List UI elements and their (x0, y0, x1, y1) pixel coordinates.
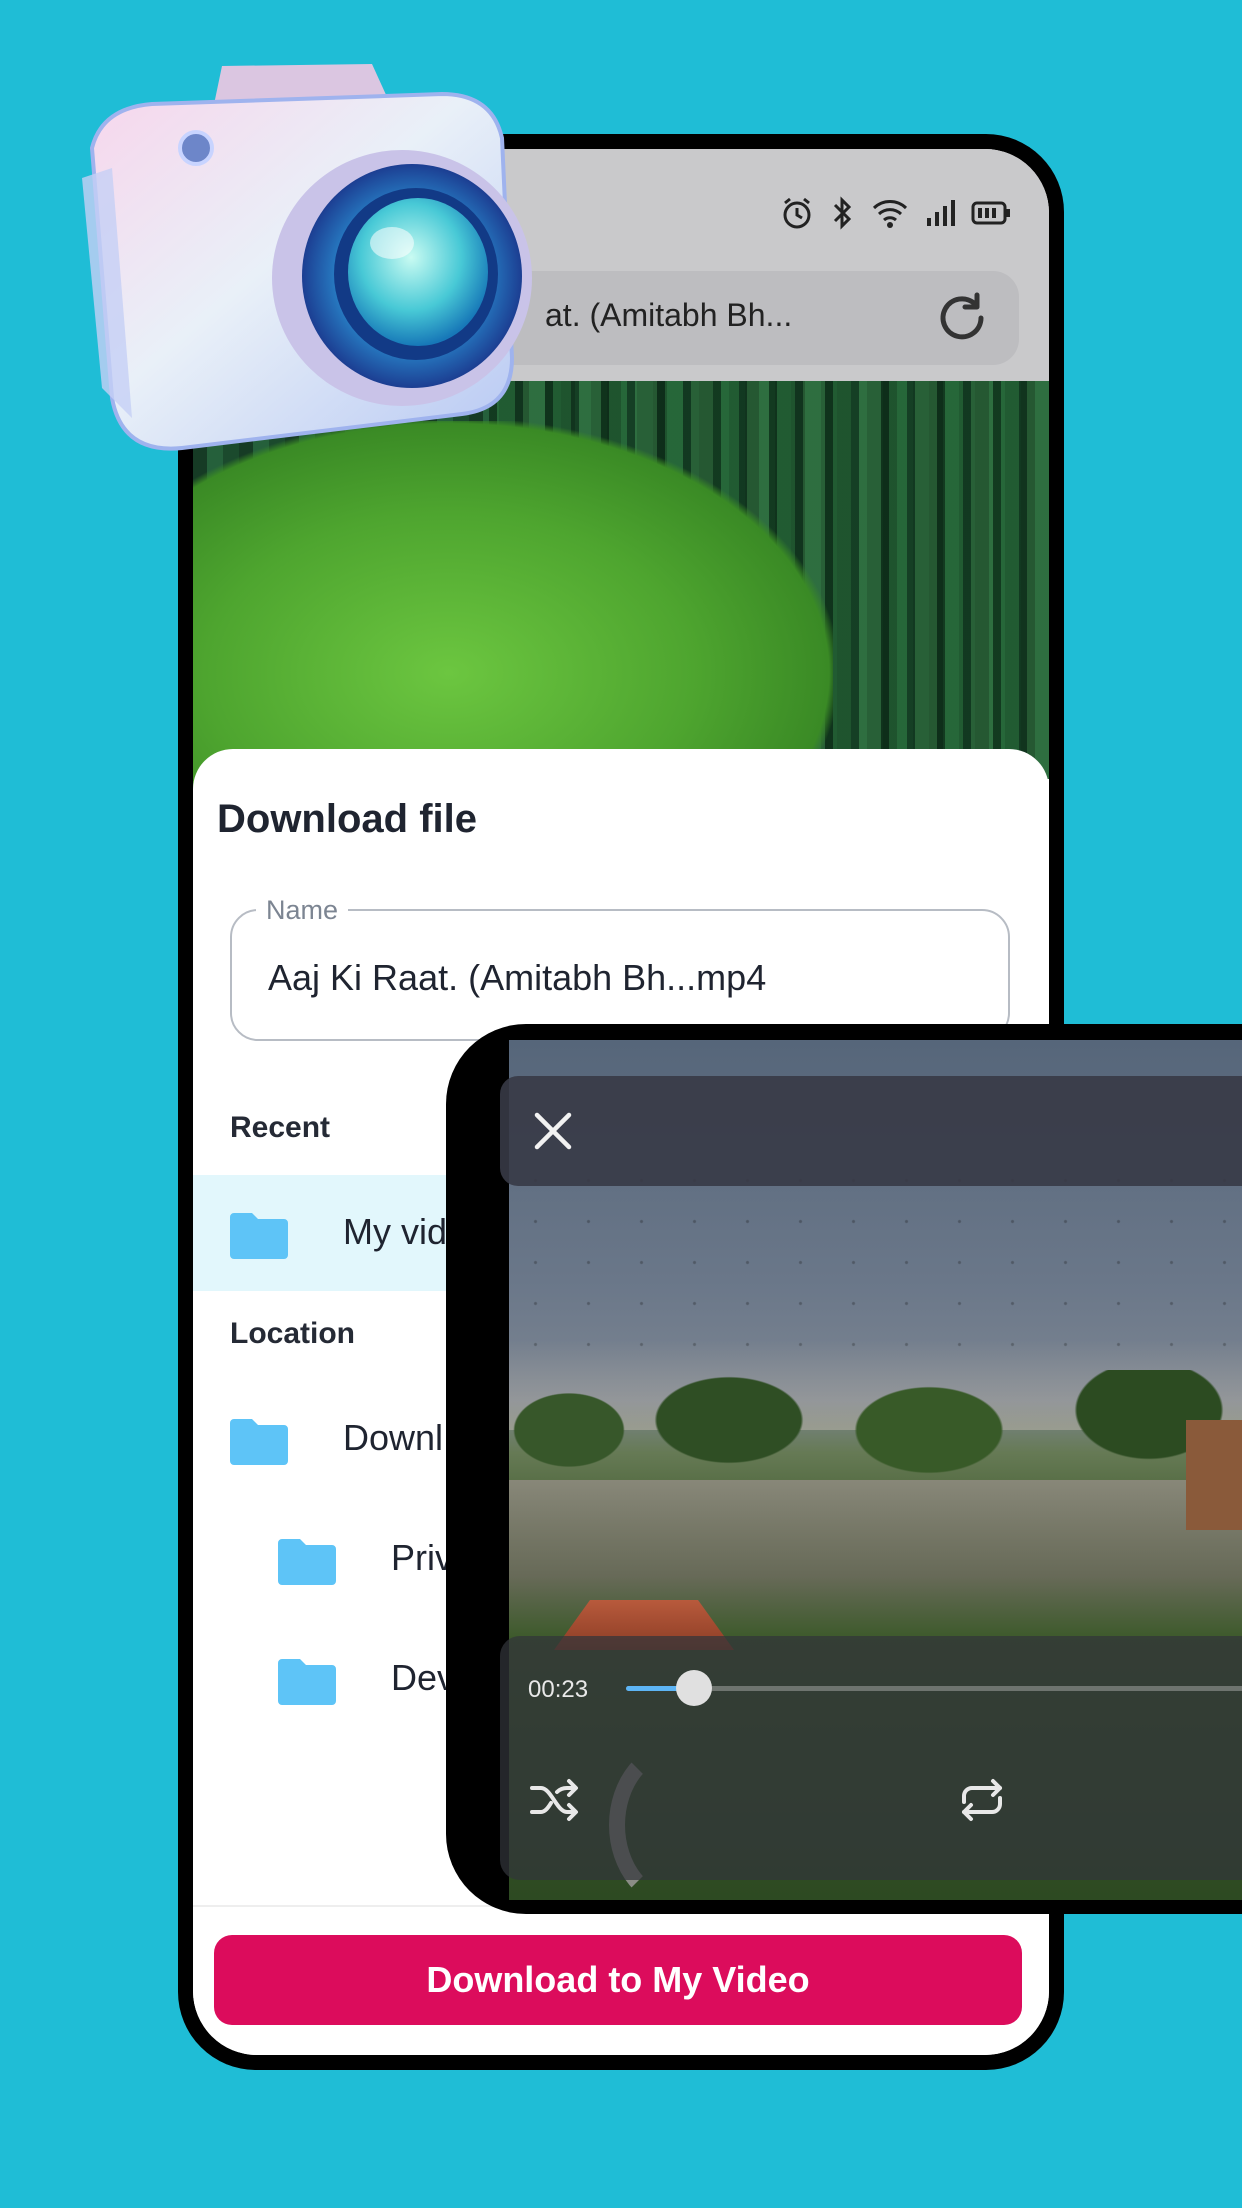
location-item-label: Downl (343, 1417, 444, 1458)
address-bar-text: at. (Amitabh Bh... (545, 297, 793, 333)
player-top-bar (500, 1076, 1242, 1186)
video-player: 00:23 (446, 1024, 1242, 1914)
close-icon[interactable] (528, 1106, 578, 1156)
player-controls: 00:23 (500, 1636, 1242, 1880)
folder-icon (230, 1213, 288, 1259)
folder-icon (230, 1419, 288, 1465)
location-item-label: Priv (391, 1537, 453, 1578)
recent-item-label: My vid (343, 1211, 448, 1252)
file-name-label: Name (256, 895, 349, 926)
signal-icon (927, 200, 955, 226)
seek-bar-thumb[interactable] (676, 1670, 713, 1706)
current-time: 00:23 (528, 1676, 589, 1703)
recent-heading: Recent (230, 1111, 331, 1144)
location-heading: Location (230, 1317, 355, 1350)
repeat-icon[interactable] (954, 1772, 1010, 1828)
sheet-title: Download file (217, 797, 477, 841)
download-button[interactable]: Download to My Video (214, 1935, 1022, 2025)
alarm-icon (783, 197, 811, 229)
folder-icon (278, 1659, 336, 1705)
wifi-icon (872, 200, 908, 228)
seek-bar[interactable] (626, 1670, 1242, 1706)
reload-icon[interactable] (933, 289, 991, 347)
shuffle-icon[interactable] (526, 1772, 582, 1828)
folder-icon (278, 1539, 336, 1585)
file-name-value[interactable]: Aaj Ki Raat. (Amitabh Bh...mp4 (268, 957, 766, 999)
camera-sticker-icon (82, 64, 532, 451)
battery-icon (971, 201, 1010, 225)
bluetooth-icon (833, 196, 852, 230)
file-name-field[interactable]: Name Aaj Ki Raat. (Amitabh Bh...mp4 (230, 895, 1010, 1041)
